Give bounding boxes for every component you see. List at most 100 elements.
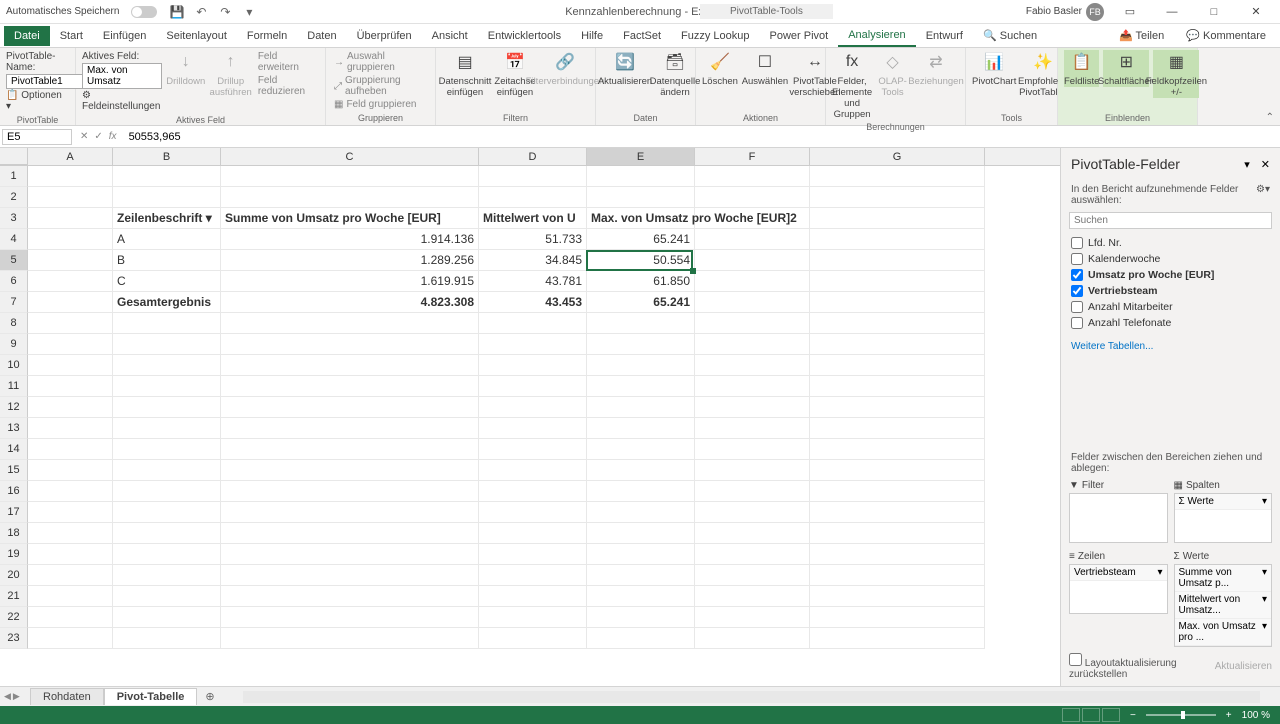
area-column-item[interactable]: Σ Werte▾ <box>1175 494 1272 510</box>
row-header[interactable]: 14 <box>0 439 28 460</box>
row-header[interactable]: 7 <box>0 292 28 313</box>
col-header-d[interactable]: D <box>479 148 587 165</box>
close-icon[interactable]: ✕ <box>1240 0 1272 24</box>
field-item[interactable]: Anzahl Telefonate <box>1071 315 1270 331</box>
row-header[interactable]: 3 <box>0 208 28 229</box>
clear-button[interactable]: 🧹Löschen <box>702 50 738 87</box>
comments-button[interactable]: 💬 Kommentare <box>1178 27 1274 44</box>
autosave-toggle[interactable] <box>131 6 157 18</box>
tab-fuzzy[interactable]: Fuzzy Lookup <box>671 26 759 46</box>
redo-icon[interactable]: ↷ <box>217 4 233 20</box>
buttons-toggle[interactable]: ⊞Schaltflächen <box>1103 50 1149 87</box>
sheet-tab-rohdaten[interactable]: Rohdaten <box>30 688 104 705</box>
add-sheet-icon[interactable]: ⊕ <box>197 690 222 703</box>
tab-powerpivot[interactable]: Power Pivot <box>760 26 839 46</box>
refresh-button[interactable]: 🔄Aktualisieren <box>602 50 648 87</box>
maximize-icon[interactable]: □ <box>1198 0 1230 24</box>
fieldlist-button[interactable]: 📋Feldliste <box>1064 50 1099 87</box>
tab-formulas[interactable]: Formeln <box>237 26 297 46</box>
row-header[interactable]: 21 <box>0 586 28 607</box>
pivotchart-button[interactable]: 📊PivotChart <box>972 50 1016 87</box>
pane-close-icon[interactable]: ✕ <box>1261 159 1270 171</box>
pane-settings-icon[interactable]: ▾ <box>1244 159 1250 171</box>
undo-icon[interactable]: ↶ <box>193 4 209 20</box>
row-header[interactable]: 1 <box>0 166 28 187</box>
col-header-e[interactable]: E <box>587 148 695 165</box>
tab-design[interactable]: Entwurf <box>916 26 973 46</box>
row-header[interactable]: 5 <box>0 250 28 271</box>
zoom-level[interactable]: 100 % <box>1242 710 1270 721</box>
select-button[interactable]: ☐Auswählen <box>742 50 788 87</box>
fields-items-button[interactable]: fxFelder, Elemente und Gruppen <box>832 50 872 120</box>
tab-review[interactable]: Überprüfen <box>347 26 422 46</box>
sheet-nav-prev-icon[interactable]: ◀ <box>4 691 11 702</box>
name-box[interactable]: E5 <box>2 129 72 145</box>
row-header[interactable]: 12 <box>0 397 28 418</box>
fx-icon[interactable]: fx <box>109 131 117 142</box>
zoom-slider[interactable] <box>1146 714 1216 716</box>
col-header-f[interactable]: F <box>695 148 810 165</box>
select-all-corner[interactable] <box>0 148 28 165</box>
field-item[interactable]: Umsatz pro Woche [EUR] <box>1071 267 1270 283</box>
row-header[interactable]: 19 <box>0 544 28 565</box>
pt-avg-header[interactable]: Mittelwert von U <box>479 208 587 229</box>
row-header[interactable]: 2 <box>0 187 28 208</box>
row-header[interactable]: 8 <box>0 313 28 334</box>
tab-insert[interactable]: Einfügen <box>93 26 156 46</box>
horizontal-scrollbar[interactable] <box>243 691 1260 703</box>
sheet-nav-next-icon[interactable]: ▶ <box>13 691 20 702</box>
area-value-item[interactable]: Mittelwert von Umsatz...▾ <box>1175 592 1272 619</box>
pane-gear-icon[interactable]: ⚙▾ <box>1256 184 1270 206</box>
datasource-button[interactable]: 🗃Datenquelle ändern <box>652 50 698 98</box>
share-button[interactable]: 📤 Teilen <box>1111 27 1172 44</box>
defer-layout-checkbox[interactable]: Layoutaktualisierung zurückstellen <box>1069 653 1215 680</box>
pt-name-input[interactable]: PivotTable1 <box>6 74 86 89</box>
timeline-button[interactable]: 📅Zeitachse einfügen <box>492 50 538 98</box>
tab-factset[interactable]: FactSet <box>613 26 671 46</box>
user-badge[interactable]: Fabio Basler FB <box>1026 3 1104 21</box>
tab-start[interactable]: Start <box>50 26 93 46</box>
zoom-in-icon[interactable]: + <box>1226 710 1232 721</box>
save-icon[interactable]: 💾 <box>169 4 185 20</box>
col-header-b[interactable]: B <box>113 148 221 165</box>
area-filter-drop[interactable] <box>1069 493 1168 543</box>
area-row-item[interactable]: Vertriebsteam▾ <box>1070 565 1167 581</box>
formula-input[interactable]: 50553,965 <box>123 129 1280 145</box>
minimize-icon[interactable]: — <box>1156 0 1188 24</box>
tab-analyze[interactable]: Analysieren <box>838 25 915 47</box>
area-columns-drop[interactable]: Σ Werte▾ <box>1174 493 1273 543</box>
ribbon-mode-icon[interactable]: ▭ <box>1114 0 1146 24</box>
fill-handle[interactable] <box>690 268 696 274</box>
row-header[interactable]: 22 <box>0 607 28 628</box>
row-header[interactable]: 16 <box>0 481 28 502</box>
tab-developer[interactable]: Entwicklertools <box>478 26 571 46</box>
pt-sum-header[interactable]: Summe von Umsatz pro Woche [EUR] <box>221 208 479 229</box>
row-header[interactable]: 9 <box>0 334 28 355</box>
area-value-item[interactable]: Max. von Umsatz pro ...▾ <box>1175 619 1272 646</box>
row-header[interactable]: 18 <box>0 523 28 544</box>
row-header[interactable]: 23 <box>0 628 28 649</box>
active-field-input[interactable]: Max. von Umsatz <box>82 63 162 89</box>
qat-customize-icon[interactable]: ▾ <box>241 4 257 20</box>
col-header-c[interactable]: C <box>221 148 479 165</box>
tab-file[interactable]: Datei <box>4 26 50 46</box>
row-header[interactable]: 11 <box>0 376 28 397</box>
field-item[interactable]: Vertriebsteam <box>1071 283 1270 299</box>
field-search-input[interactable] <box>1069 212 1272 229</box>
cancel-icon[interactable]: ✕ <box>80 131 88 142</box>
col-header-a[interactable]: A <box>28 148 113 165</box>
row-header[interactable]: 6 <box>0 271 28 292</box>
area-rows-drop[interactable]: Vertriebsteam▾ <box>1069 564 1168 614</box>
pt-max-header[interactable]: Max. von Umsatz pro Woche [EUR]2 <box>587 208 695 229</box>
tab-help[interactable]: Hilfe <box>571 26 613 46</box>
search-box[interactable]: 🔍 Suchen <box>973 25 1047 46</box>
row-header[interactable]: 15 <box>0 460 28 481</box>
field-item[interactable]: Kalenderwoche <box>1071 251 1270 267</box>
area-values-drop[interactable]: Summe von Umsatz p...▾ Mittelwert von Um… <box>1174 564 1273 647</box>
tab-pagelayout[interactable]: Seitenlayout <box>156 26 237 46</box>
collapse-ribbon-icon[interactable]: ⌃ <box>1266 112 1274 123</box>
field-item[interactable]: Anzahl Mitarbeiter <box>1071 299 1270 315</box>
pt-row-header[interactable]: Zeilenbeschrift ▾ <box>113 208 221 229</box>
tab-data[interactable]: Daten <box>297 26 346 46</box>
row-header[interactable]: 10 <box>0 355 28 376</box>
